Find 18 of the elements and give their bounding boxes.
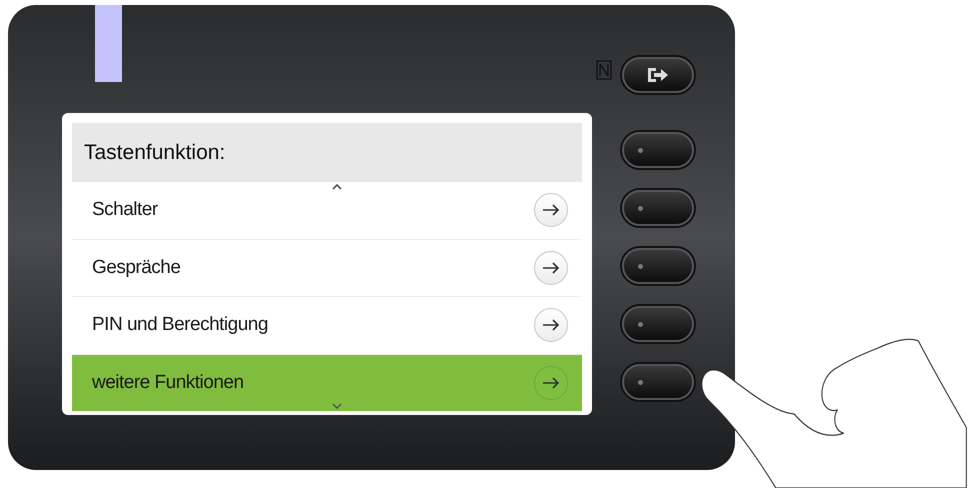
- arrow-button-icon: [534, 250, 568, 285]
- arrow-button-icon: [534, 366, 568, 400]
- nfc-icon: [596, 60, 612, 80]
- scroll-down-icon: [332, 403, 342, 409]
- softkey-button[interactable]: [622, 306, 694, 342]
- arrow-button-icon: [534, 193, 568, 228]
- exit-icon: [647, 67, 669, 83]
- menu-item[interactable]: Schalter: [72, 182, 582, 240]
- menu-item[interactable]: Gespräche: [72, 240, 582, 297]
- softkey-button[interactable]: [622, 132, 694, 168]
- softkey-button[interactable]: [622, 248, 694, 284]
- softkey-button[interactable]: [622, 190, 694, 226]
- menu-item[interactable]: weitere Funktionen: [72, 354, 582, 412]
- scroll-up-icon: [332, 184, 342, 190]
- arrow-button-icon: [534, 308, 568, 342]
- softkey-button[interactable]: [622, 364, 694, 400]
- exit-button[interactable]: [622, 57, 694, 93]
- screen-title: Tastenfunktion:: [72, 123, 582, 182]
